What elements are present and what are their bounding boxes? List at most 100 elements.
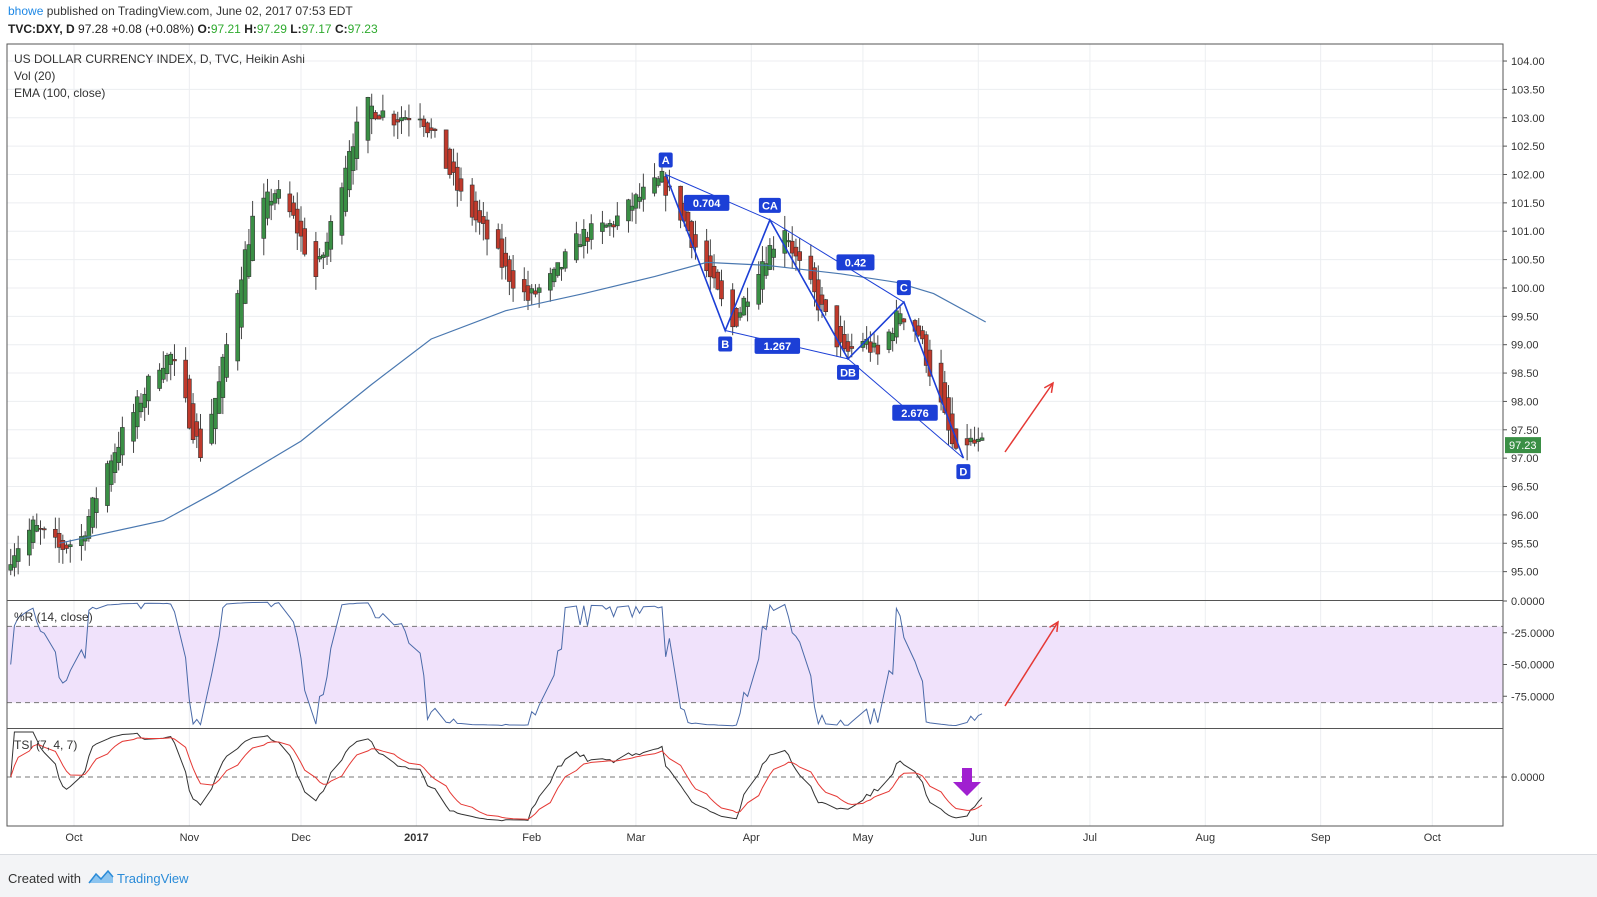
wr-y-tick-label: -50.0000 xyxy=(1511,660,1554,672)
author-link[interactable]: bhowe xyxy=(8,4,43,18)
candle-body xyxy=(261,197,267,239)
y-tick-label: 99.00 xyxy=(1511,340,1539,352)
candle-body xyxy=(845,341,851,352)
candle-body xyxy=(741,297,747,316)
tsi-signal-line xyxy=(10,737,983,820)
candle-body xyxy=(56,532,62,548)
candle-body xyxy=(399,117,404,122)
candle-body xyxy=(272,193,278,204)
x-tick-label: Jun xyxy=(969,832,987,844)
low-label: L: xyxy=(290,22,302,36)
candle-body xyxy=(533,290,538,295)
candle-body xyxy=(112,452,118,474)
candle-body xyxy=(432,128,438,131)
candle-body xyxy=(298,220,304,237)
ratio-label: 0.42 xyxy=(845,257,866,269)
candle-body xyxy=(443,129,449,169)
legend-vol: Vol (20) xyxy=(14,69,55,83)
candle-body xyxy=(600,222,605,232)
candle-body xyxy=(659,170,665,183)
x-tick-label: Dec xyxy=(291,832,311,844)
candle-body xyxy=(823,299,829,312)
chart-area[interactable]: A B CA DB C D 0.704 1.267 0.42 2.676 Oct Nov Dec 201… xyxy=(0,40,1597,852)
candle-body xyxy=(287,193,293,213)
candle-body xyxy=(339,187,345,236)
candle-body xyxy=(313,241,319,277)
candle-body xyxy=(220,356,226,398)
candle-body xyxy=(734,307,739,327)
candle-body xyxy=(157,369,162,389)
candle-body xyxy=(105,463,110,506)
candle-body xyxy=(481,216,486,224)
tradingview-link[interactable]: TradingView xyxy=(117,871,189,886)
y-tick-label: 97.50 xyxy=(1511,425,1539,437)
candle-body xyxy=(373,112,378,120)
footer: Created with TradingView xyxy=(0,854,1597,897)
candle-body xyxy=(793,246,799,257)
close-value: 97.23 xyxy=(347,22,378,36)
candle-body xyxy=(819,294,825,305)
candle-body xyxy=(745,301,750,307)
open-value: 97.21 xyxy=(210,22,241,36)
candle-body xyxy=(842,333,847,350)
symbol-label: TVC:DXY, D xyxy=(8,22,75,36)
candle-body xyxy=(588,223,594,240)
x-tick-label: Feb xyxy=(522,832,541,844)
candle-body xyxy=(708,255,713,278)
candle-body xyxy=(894,310,899,338)
y-tick-label: 96.00 xyxy=(1511,510,1539,522)
candle-body xyxy=(562,251,568,269)
candle-body xyxy=(41,528,47,531)
candle-body xyxy=(499,238,505,268)
publish-info: bhowe published on TradingView.com, June… xyxy=(8,4,353,18)
chart-title: US DOLLAR CURRENCY INDEX, D, TVC, Heikin… xyxy=(14,52,305,66)
candle-body xyxy=(629,205,635,211)
candle-body xyxy=(187,378,192,429)
candle-body xyxy=(808,255,814,280)
y-tick-label: 100.50 xyxy=(1511,255,1545,267)
candle-body xyxy=(525,285,531,301)
candle-body xyxy=(268,200,274,206)
candle-body xyxy=(871,342,877,348)
williams-r-pane[interactable] xyxy=(7,601,1503,727)
ratio-label: 2.676 xyxy=(901,408,929,420)
x-tick-label: Aug xyxy=(1195,832,1215,844)
candle-body xyxy=(715,271,721,290)
price-change: +0.08 (+0.08%) xyxy=(111,22,195,36)
grid xyxy=(7,44,1503,826)
close-label: C: xyxy=(334,22,348,36)
candle-body xyxy=(391,113,397,126)
candle-body xyxy=(786,240,791,243)
candle-body xyxy=(94,498,99,513)
candle-body xyxy=(168,353,174,365)
high-label: H: xyxy=(244,22,257,36)
candle-body xyxy=(321,254,326,259)
candle-body xyxy=(34,525,40,532)
candle-body xyxy=(376,115,382,120)
candle-body xyxy=(138,402,144,413)
candle-body xyxy=(693,234,698,248)
candle-body xyxy=(868,341,873,353)
candle-body xyxy=(737,312,743,318)
candle-body xyxy=(276,189,281,199)
candle-body xyxy=(343,167,348,212)
candle-body xyxy=(469,184,475,218)
pattern-point-label: A xyxy=(662,155,670,167)
candle-body xyxy=(655,178,661,186)
wr-y-tick-label: 0.0000 xyxy=(1511,596,1545,608)
candle-body xyxy=(529,288,535,294)
y-tick-label: 104.00 xyxy=(1511,56,1545,68)
candle-body xyxy=(250,215,255,261)
y-tick-label: 97.00 xyxy=(1511,453,1539,465)
candle-body xyxy=(897,313,903,325)
y-tick-label: 96.50 xyxy=(1511,482,1539,494)
candle-body xyxy=(972,439,977,444)
y-tick-label: 102.50 xyxy=(1511,141,1545,153)
candle-body xyxy=(350,146,356,171)
candle-body xyxy=(120,427,125,456)
tsi-pane[interactable] xyxy=(7,731,1503,822)
candle-body xyxy=(146,375,151,402)
price-pane[interactable]: A B CA DB C D 0.704 1.267 0.42 2.676 xyxy=(8,93,1054,577)
candle-body xyxy=(607,223,613,227)
candle-body xyxy=(551,268,557,283)
